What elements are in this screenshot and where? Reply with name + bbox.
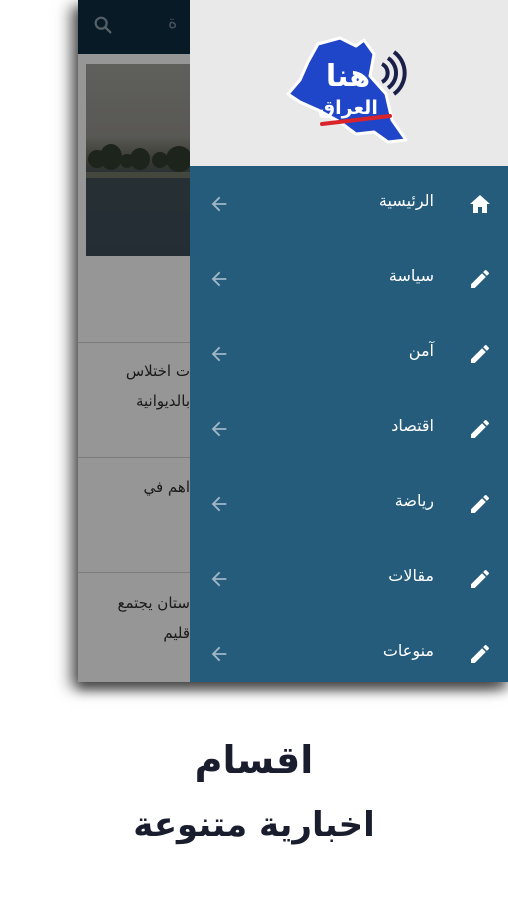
drawer-item-articles[interactable]: مقالات [190,541,508,616]
drawer-item-misc[interactable]: منوعات [190,616,508,682]
drawer-item-politics[interactable]: سياسة [190,241,508,316]
caption-line-1: اقسام [194,738,314,782]
pencil-icon [468,567,492,591]
drawer-item-sports[interactable]: رياضة [190,466,508,541]
pencil-icon [468,267,492,291]
drawer-item-label: آمن [408,341,434,360]
app-logo: هنا العراق [286,36,408,144]
arrow-left-icon [208,268,230,290]
arrow-left-icon [208,643,230,665]
arrow-left-icon [208,343,230,365]
drawer-item-label: مقالات [388,566,434,585]
drawer-item-label: سياسة [388,266,434,285]
caption-line-2: اخبارية متنوعة [133,805,375,845]
drawer-item-label: منوعات [382,641,434,660]
drawer-item-security[interactable]: آمن [190,316,508,391]
pencil-icon [468,342,492,366]
drawer-item-economy[interactable]: اقتصاد [190,391,508,466]
logo-text-top: هنا [326,59,370,94]
navigation-drawer: هنا العراق الرئيسية سياسة آمن اقتصاد رياضة مق… [190,0,508,682]
pencil-icon [468,417,492,441]
drawer-item-label: اقتصاد [391,416,434,435]
drawer-header: هنا العراق [190,0,508,166]
drawer-item-label: الرئيسية [378,191,434,210]
logo-text-bottom: العراق [318,97,378,119]
pencil-icon [468,492,492,516]
home-icon [468,192,492,216]
pencil-icon [468,642,492,666]
arrow-left-icon [208,418,230,440]
arrow-left-icon [208,568,230,590]
arrow-left-icon [208,193,230,215]
phone-screen: ة ت اختلاس بالديوانية اهم في ستان يجتمع … [78,0,508,682]
drawer-item-home[interactable]: الرئيسية [190,166,508,241]
arrow-left-icon [208,493,230,515]
drawer-item-label: رياضة [394,491,434,510]
